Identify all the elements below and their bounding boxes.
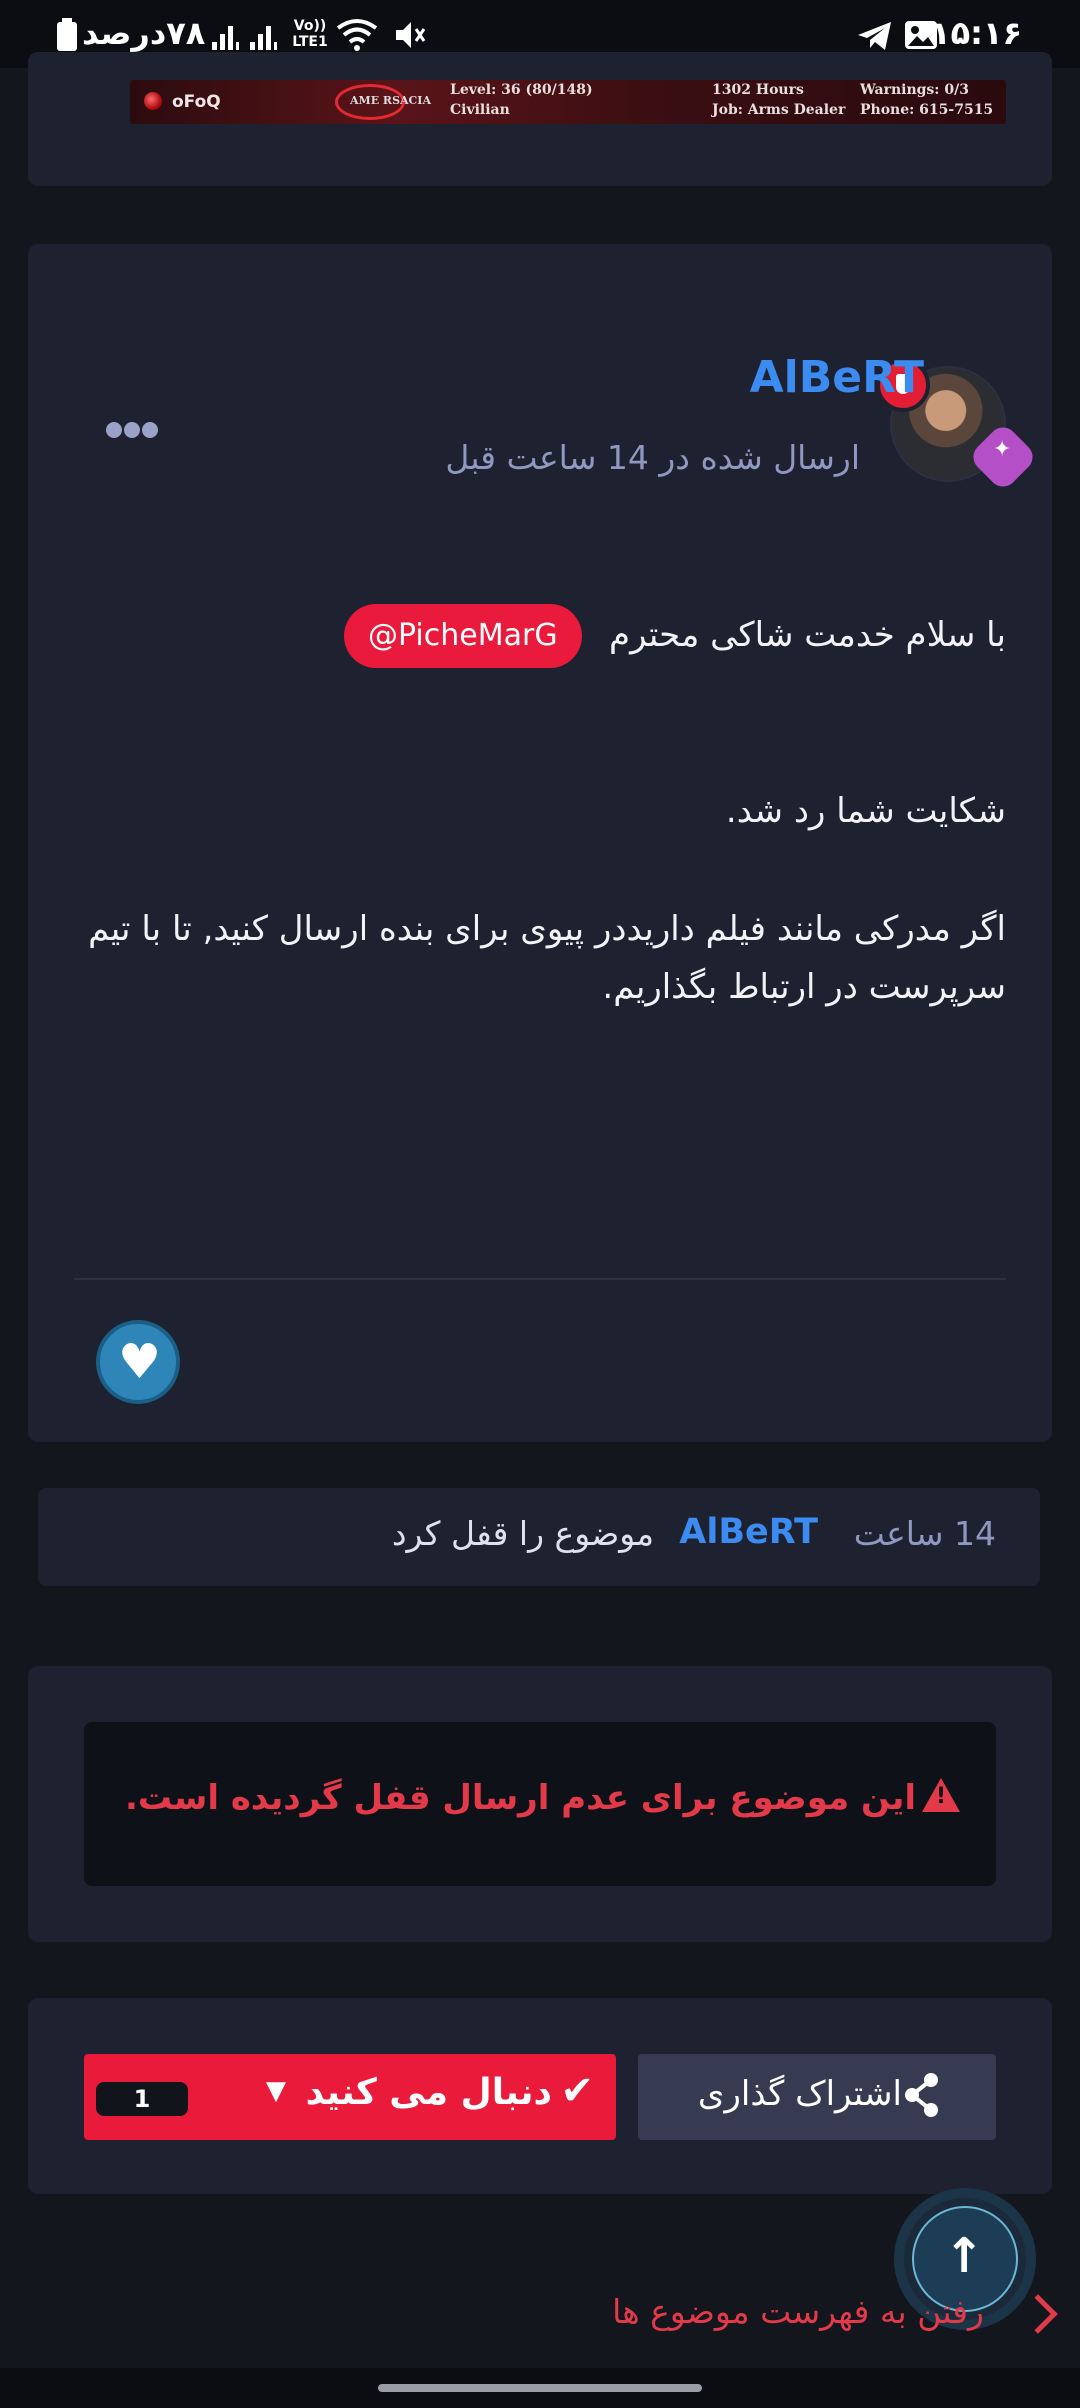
signature-dot-icon: [144, 92, 162, 110]
telegram-icon: [858, 22, 891, 50]
author-name[interactable]: AlBeRT: [750, 352, 924, 403]
chevron-right-icon[interactable]: [1018, 2294, 1058, 2334]
post-timestamp[interactable]: ارسال شده در 14 ساعت قبل: [445, 438, 860, 477]
post-divider: [74, 1278, 1006, 1280]
post-line-evidence-2: سرپرست در ارتباط بگذاریم.: [602, 967, 1006, 1007]
lock-event-row: 14 ساعت AlBeRT موضوع را قفل کرد: [38, 1488, 1040, 1586]
clock: ۱۵:۱۶: [931, 14, 1022, 52]
signal-icon: [212, 26, 239, 50]
signal-icon-2: [250, 26, 277, 50]
heart-icon: ♥: [118, 1334, 162, 1390]
signature-level: Level: 36 (80/148): [450, 82, 593, 98]
share-icon: [905, 2073, 938, 2117]
lock-event-user[interactable]: AlBeRT: [679, 1512, 818, 1552]
arrow-up-icon: ↑: [944, 2228, 985, 2284]
back-to-topics-link[interactable]: رفتن به فهرست موضوع ها: [612, 2292, 984, 2331]
post-line-evidence-1: اگر مدرکی مانند فیلم داریددر پیوی برای ب…: [88, 909, 1006, 949]
follow-count: 1: [96, 2082, 188, 2116]
like-button[interactable]: ♥: [96, 1320, 180, 1404]
more-options-icon[interactable]: [104, 420, 164, 446]
battery-icon: [57, 18, 77, 51]
gallery-icon: [905, 21, 937, 49]
battery-percent: ۷۸درصد: [82, 14, 206, 52]
signature-warnings: Warnings: 0/3: [860, 82, 969, 98]
mute-icon: [396, 22, 426, 48]
user-mention[interactable]: @PicheMarG: [344, 604, 582, 668]
lock-event-time: 14 ساعت: [853, 1514, 996, 1553]
volte-label: Vo)) LTE1: [292, 18, 328, 50]
warning-icon: [922, 1778, 960, 1812]
share-button[interactable]: اشتراک گذاری: [638, 2054, 996, 2140]
signature-job: Job: Arms Dealer: [712, 102, 846, 118]
home-gesture-handle[interactable]: [378, 2384, 702, 2392]
wifi-icon: [336, 19, 378, 51]
locked-notice: این موضوع برای عدم ارسال قفل گردیده است.: [84, 1722, 996, 1886]
follow-button[interactable]: ✔ دنبال می کنید ▼ 1: [84, 2054, 616, 2140]
signature-hours: 1302 Hours: [712, 82, 804, 98]
share-label: اشتراک گذاری: [697, 2074, 902, 2114]
caret-down-icon: ▼: [266, 2076, 286, 2106]
post-greeting: با سلام خدمت شاکی محترم: [609, 615, 1006, 655]
signature-name: oFoQ: [172, 92, 221, 112]
user-signature-banner: oFoQ AME RSACIA Level: 36 (80/148) Civil…: [130, 80, 1006, 124]
lock-event-action: موضوع را قفل کرد: [391, 1514, 654, 1553]
signature-logo-text: AME RSACIA: [350, 94, 431, 107]
follow-label: دنبال می کنید: [305, 2072, 552, 2113]
locked-notice-text: این موضوع برای عدم ارسال قفل گردیده است.: [124, 1778, 916, 1818]
signature-phone: Phone: 615-7515: [860, 102, 994, 118]
signature-rank: Civilian: [450, 102, 510, 118]
check-icon: ✔: [560, 2068, 594, 2114]
post-line-rejected: شکایت شما رد شد.: [725, 791, 1006, 831]
